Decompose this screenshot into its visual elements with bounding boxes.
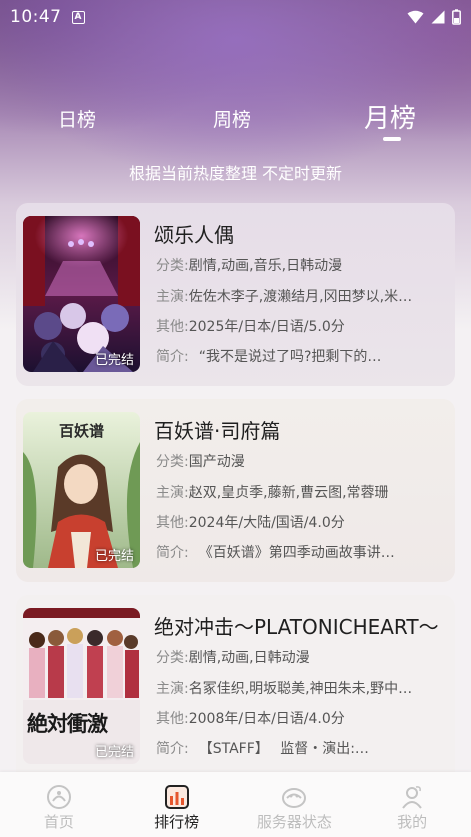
home-icon: [46, 785, 71, 809]
cast-label: 主演:: [156, 681, 189, 697]
item-description: 简介: 《百妖谱》第四季动画故事讲…: [156, 542, 448, 562]
other-label: 其他:: [156, 515, 189, 531]
category-label: 分类:: [156, 650, 189, 666]
status-time: 10:47: [10, 7, 62, 27]
signal-icon: [431, 10, 445, 24]
description-value: 《百妖谱》第四季动画故事讲…: [198, 545, 395, 561]
category-value: 国产动漫: [188, 454, 245, 470]
description-label: 简介:: [156, 545, 189, 561]
cover-image: 百妖谱 已完结: [23, 412, 140, 568]
item-title: 绝对冲击～PLATONICHEART～: [154, 615, 439, 639]
battery-icon: [452, 9, 461, 25]
server-status-icon: [282, 788, 307, 808]
item-cast: 主演:赵双,皇贞季,藤新,曹云图,常蓉珊: [156, 482, 448, 502]
other-label: 其他:: [156, 711, 189, 727]
list-item[interactable]: 百妖谱 已完结 百妖谱·司府篇 分类:国产动漫 主演:赵双,皇贞季,藤新,曹云图…: [16, 399, 455, 582]
category-value: 剧情,动画,音乐,日韩动漫: [188, 258, 343, 274]
nav-ranking[interactable]: 排行榜: [118, 772, 236, 837]
item-description: 简介: “我不是说过了吗?把剩下的…: [156, 346, 448, 366]
item-description: 简介: 【STAFF】 监督・演出:…: [156, 738, 448, 758]
ranking-subtitle: 根据当前热度整理 不定时更新: [128, 164, 343, 183]
list-item[interactable]: 已完结 颂乐人偶 分类:剧情,动画,音乐,日韩动漫 主演:佐佐木李子,渡濑结月,…: [16, 203, 455, 386]
ranking-icon: [164, 785, 189, 809]
cast-value: 佐佐木李子,渡濑结月,冈田梦以,米…: [188, 289, 413, 305]
cover-logo: 百妖谱: [59, 422, 105, 440]
cover-image: 已完结: [23, 216, 140, 372]
description-label: 简介:: [156, 741, 189, 757]
item-other: 其他:2024年/大陆/国语/4.0分: [156, 512, 448, 532]
item-other: 其他:2025年/日本/日语/5.0分: [156, 316, 448, 336]
cover-logo: 絶対衝激: [27, 711, 108, 736]
other-value: 2008年/日本/日语/4.0分: [188, 711, 345, 727]
item-title: 颂乐人偶: [154, 223, 234, 247]
status-badge: 已完结: [94, 745, 134, 760]
profile-icon: [402, 786, 422, 809]
item-other: 其他:2008年/日本/日语/4.0分: [156, 708, 448, 728]
bottom-navigation: 首页 排行榜 服务器状态 我的: [0, 772, 471, 837]
item-title: 百妖谱·司府篇: [154, 419, 281, 443]
wifi-icon: [407, 10, 424, 24]
cast-value: 名冢佳织,明坂聪美,神田朱未,野中…: [188, 681, 413, 697]
status-badge: 已完结: [94, 353, 134, 368]
tab-monthly[interactable]: 月榜: [364, 98, 416, 135]
cast-label: 主演:: [156, 289, 189, 305]
nav-ranking-label: 排行榜: [154, 813, 200, 831]
item-category: 分类:剧情,动画,音乐,日韩动漫: [156, 255, 448, 275]
item-category: 分类:剧情,动画,日韩动漫: [156, 647, 448, 667]
status-bar: 10:47 A: [0, 0, 471, 34]
status-icons: [407, 9, 461, 25]
notification-icon: A: [71, 10, 85, 24]
ranking-tabs: 日榜 周榜 月榜: [0, 95, 471, 145]
cover-image: 絶対衝激 已完结: [23, 608, 140, 764]
nav-profile-label: 我的: [397, 813, 428, 831]
description-value: 【STAFF】 监督・演出:…: [198, 741, 369, 757]
nav-profile[interactable]: 我的: [353, 772, 471, 837]
nav-server-status-label: 服务器状态: [256, 813, 332, 831]
category-value: 剧情,动画,日韩动漫: [188, 650, 310, 666]
category-label: 分类:: [156, 454, 189, 470]
description-label: 简介:: [156, 349, 189, 365]
tab-daily[interactable]: 日榜: [58, 105, 96, 132]
tab-weekly[interactable]: 周榜: [213, 105, 251, 132]
nav-server-status[interactable]: 服务器状态: [236, 772, 354, 837]
other-value: 2025年/日本/日语/5.0分: [188, 319, 345, 335]
cast-label: 主演:: [156, 485, 189, 501]
other-value: 2024年/大陆/国语/4.0分: [188, 515, 345, 531]
list-item[interactable]: 絶対衝激 已完结 绝对冲击～PLATONICHEART～ 分类:剧情,动画,日韩…: [16, 595, 455, 785]
item-category: 分类:国产动漫: [156, 451, 448, 471]
description-value: “我不是说过了吗?把剩下的…: [198, 349, 382, 365]
cast-value: 赵双,皇贞季,藤新,曹云图,常蓉珊: [188, 485, 389, 501]
item-cast: 主演:佐佐木李子,渡濑结月,冈田梦以,米…: [156, 286, 448, 306]
nav-home[interactable]: 首页: [0, 772, 118, 837]
item-cast: 主演:名冢佳织,明坂聪美,神田朱未,野中…: [156, 678, 448, 698]
active-tab-indicator: [383, 137, 401, 141]
other-label: 其他:: [156, 319, 189, 335]
category-label: 分类:: [156, 258, 189, 274]
status-badge: 已完结: [94, 549, 134, 564]
nav-home-label: 首页: [43, 813, 74, 831]
